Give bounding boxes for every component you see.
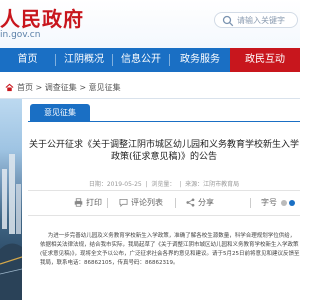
share-label: 分享	[198, 198, 214, 207]
article-source: 来源：江阴市教育局	[185, 181, 240, 188]
breadcrumb-separator: >	[76, 83, 89, 92]
search-box[interactable]	[214, 12, 298, 28]
nav-item-interaction[interactable]: 政民互动	[230, 48, 300, 72]
breadcrumb-home[interactable]: 首页	[17, 83, 33, 92]
main-nav: 首页 江阴概况 信息公开 政务服务 政民互动	[0, 48, 300, 72]
print-label: 打印	[86, 198, 102, 207]
breadcrumb-survey[interactable]: 调查征集	[45, 83, 77, 92]
tab-opinion-collection[interactable]: 意见征集	[30, 104, 90, 121]
comment-icon	[119, 198, 128, 207]
body-paragraph: 为进一步完善幼儿园及义务教育学校新生入学政策，准确了解各校生源数量，科学合理规划…	[40, 233, 300, 266]
side-banner-image	[0, 99, 22, 300]
publish-date: 日期：2019-05-25	[88, 181, 142, 188]
search-icon[interactable]	[222, 15, 234, 27]
breadcrumb: 首页 > 调查征集 > 意见征集	[0, 80, 300, 96]
comments-label: 评论列表	[131, 198, 163, 207]
font-size-large-button[interactable]	[289, 200, 295, 206]
home-icon	[5, 83, 14, 92]
article-title: 关于公开征求《关于调整江阴市城区幼儿园和义务教育学校新生入学政策(征求意见稿)》…	[28, 140, 299, 162]
share-icon	[186, 198, 195, 207]
view-count: 浏览量：	[151, 181, 176, 188]
divider	[28, 190, 300, 191]
tab-underline	[28, 121, 300, 122]
breadcrumb-separator: >	[33, 83, 45, 92]
breadcrumb-opinion[interactable]: 意见征集	[89, 83, 121, 92]
site-name[interactable]: 人民政府	[0, 3, 84, 32]
site-domain: in.gov.cn	[0, 30, 41, 40]
article-body: 为进一步完善幼儿园及义务教育学校新生入学政策，准确了解各校生源数量，科学合理规划…	[40, 232, 300, 268]
print-icon	[74, 198, 83, 207]
site-header: 人民政府 in.gov.cn	[0, 0, 300, 48]
nav-item-overview[interactable]: 江阴概况	[56, 48, 112, 72]
search-input[interactable]	[237, 13, 293, 27]
divider	[28, 215, 300, 216]
action-divider	[107, 198, 108, 208]
article-meta: 日期：2019-05-25 | 浏览量： | 来源：江阴市教育局	[88, 181, 240, 188]
city-skyline-image	[0, 154, 22, 300]
nav-item-info-disclosure[interactable]: 信息公开	[113, 48, 169, 72]
action-divider	[250, 198, 251, 208]
nav-item-home[interactable]: 首页	[0, 48, 55, 72]
divider	[0, 98, 300, 99]
font-size-label: 字号	[261, 198, 277, 207]
action-divider	[175, 198, 176, 208]
nav-item-gov-services[interactable]: 政务服务	[170, 48, 230, 72]
font-size-small-button[interactable]	[281, 200, 287, 206]
